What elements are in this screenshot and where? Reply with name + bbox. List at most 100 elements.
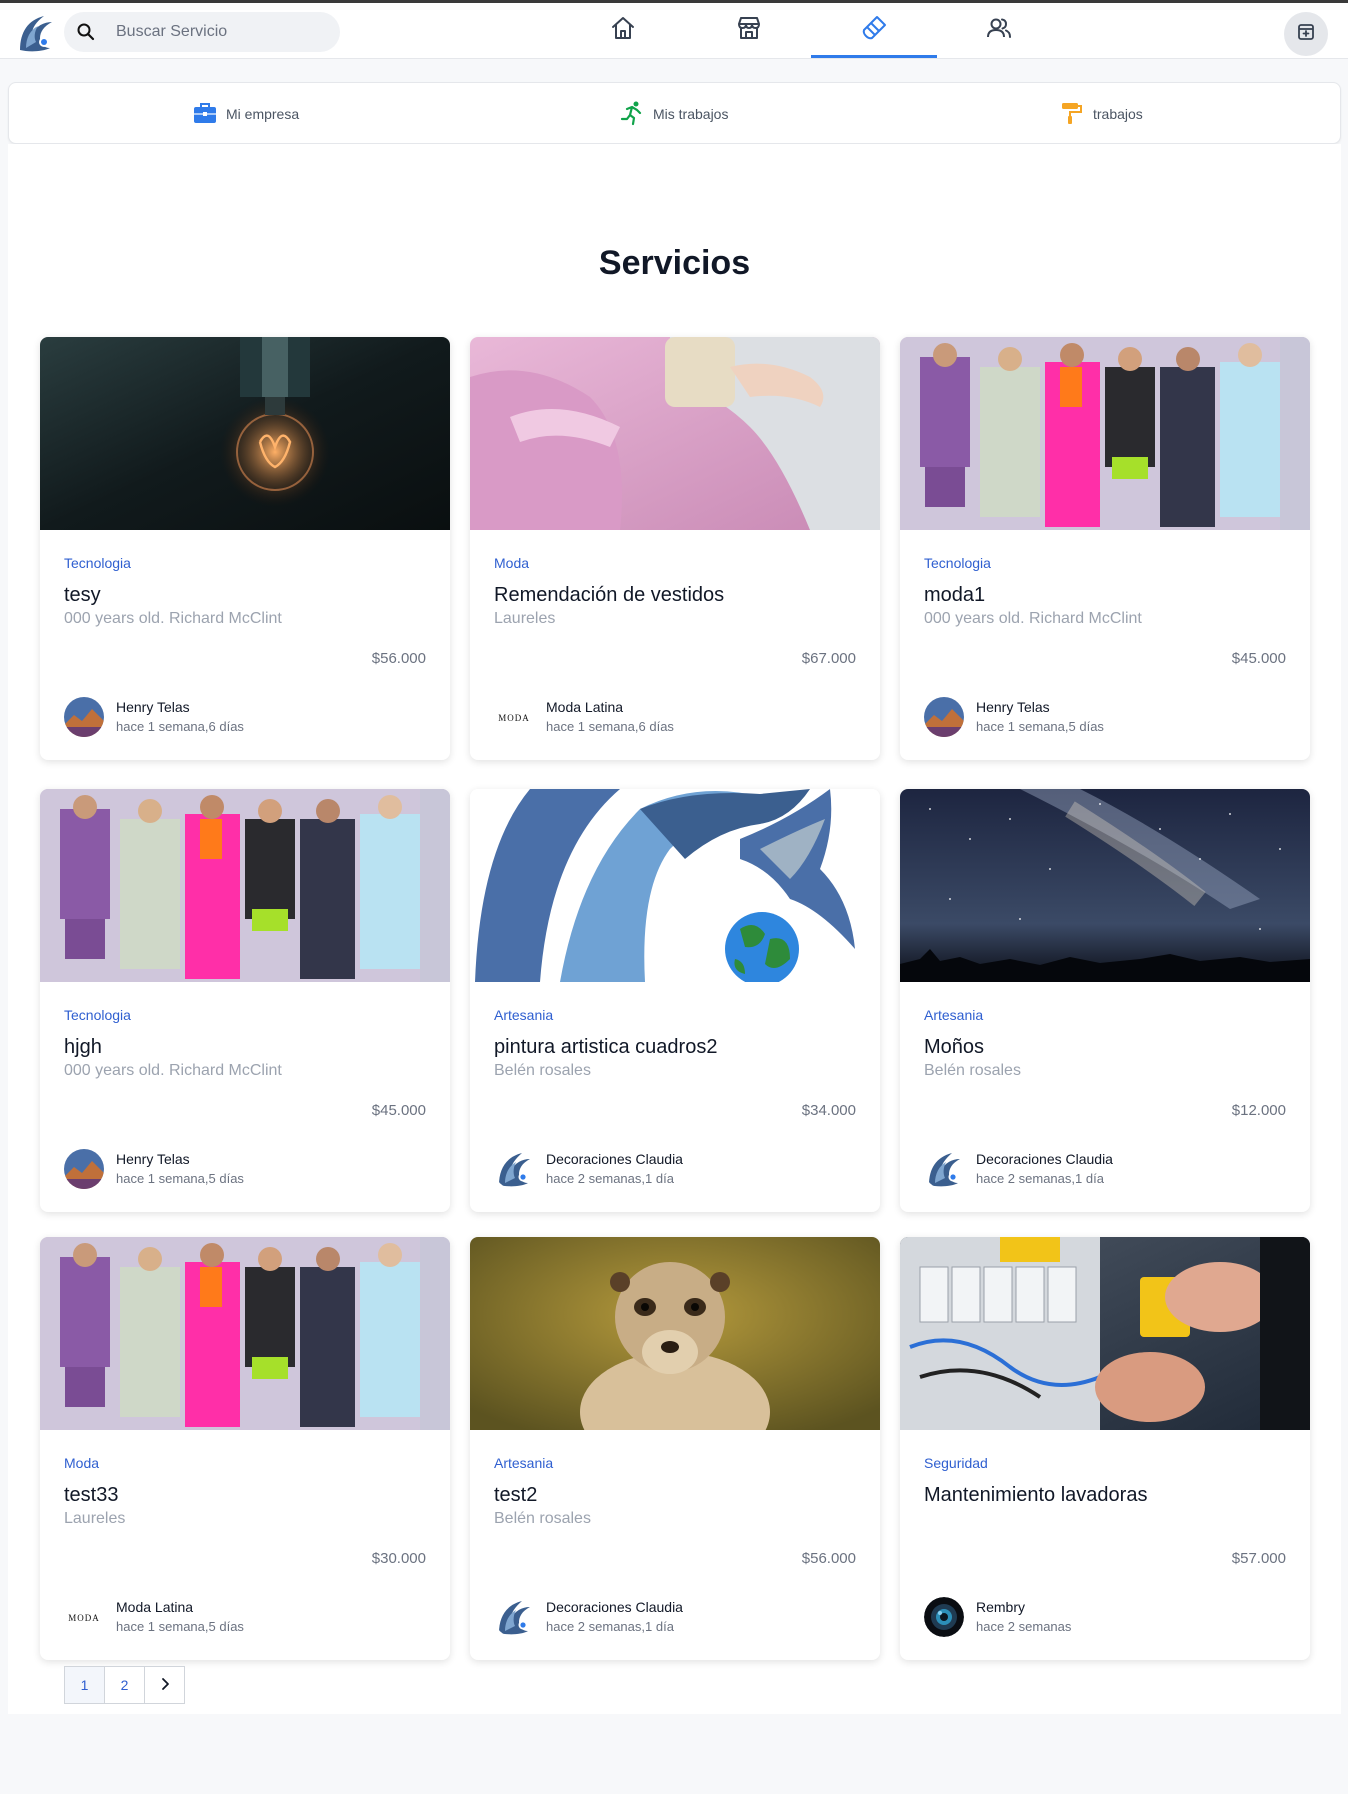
service-author[interactable]: Rembry hace 2 semanas — [924, 1595, 1294, 1639]
service-price: $45.000 — [1231, 650, 1286, 667]
light-bulb-photo[interactable] — [40, 337, 450, 530]
nav-tab-users[interactable] — [936, 3, 1062, 58]
service-card[interactable]: Tecnologia tesy 000 years old. Richard M… — [40, 337, 450, 760]
service-location: Belén rosales — [924, 1062, 1021, 1079]
service-card[interactable]: Seguridad Mantenimiento lavadoras $57.00… — [900, 1237, 1310, 1660]
service-price: $30.000 — [371, 1550, 426, 1567]
service-location: Belén rosales — [494, 1062, 591, 1079]
service-author[interactable]: Decoraciones Claudia hace 2 semanas,1 dí… — [494, 1147, 864, 1191]
author-name: Rembry — [976, 1599, 1026, 1615]
nav-tab-services[interactable] — [811, 3, 937, 58]
service-category: Artesania — [494, 1007, 554, 1023]
service-card[interactable]: Tecnologia hjgh 000 years old. Richard M… — [40, 789, 450, 1212]
service-price: $45.000 — [371, 1102, 426, 1119]
moda-logo: MODA — [64, 1597, 104, 1637]
post-time: hace 2 semanas,1 día — [976, 1171, 1104, 1186]
page-button-2[interactable]: 2 — [104, 1666, 145, 1704]
subnav-mis-trabajos[interactable]: Mis trabajos — [619, 101, 728, 127]
service-author[interactable]: MODA Moda Latina hace 1 semana,5 días — [64, 1595, 434, 1639]
author-name: Decoraciones Claudia — [976, 1151, 1113, 1167]
paint-roller-icon — [1059, 100, 1085, 129]
search-icon — [76, 22, 96, 42]
post-time: hace 2 semanas,1 día — [546, 1619, 674, 1634]
section-subnav: Mi empresa Mis trabajos trabajos — [8, 82, 1341, 144]
moda-logo: MODA — [494, 697, 534, 737]
service-location: Belén rosales — [494, 1510, 591, 1527]
dragon-globe-logo[interactable] — [470, 789, 880, 982]
search-box — [64, 12, 340, 52]
fashion-runway-photo[interactable] — [40, 1237, 450, 1430]
fashion-runway-photo[interactable] — [900, 337, 1310, 530]
service-price: $67.000 — [801, 650, 856, 667]
service-card[interactable]: Artesania pintura artistica cuadros2 Bel… — [470, 789, 880, 1212]
meerkat-photo[interactable] — [470, 1237, 880, 1430]
service-category: Tecnologia — [64, 1007, 131, 1023]
service-card[interactable]: Tecnologia moda1 000 years old. Richard … — [900, 337, 1310, 760]
service-location: 000 years old. Richard McClint — [64, 1062, 282, 1079]
author-name: Decoraciones Claudia — [546, 1151, 683, 1167]
service-price: $56.000 — [801, 1550, 856, 1567]
service-name[interactable]: Remendación de vestidos — [494, 584, 724, 607]
author-name: Henry Telas — [116, 699, 190, 715]
service-price: $34.000 — [801, 1102, 856, 1119]
service-card[interactable]: Moda Remendación de vestidos Laureles $6… — [470, 337, 880, 760]
service-category: Artesania — [924, 1007, 984, 1023]
dragon-logo-icon[interactable] — [14, 12, 56, 54]
service-location: 000 years old. Richard McClint — [64, 610, 282, 627]
service-card[interactable]: Artesania test2 Belén rosales $56.000 De… — [470, 1237, 880, 1660]
service-name[interactable]: test33 — [64, 1484, 118, 1507]
service-category: Moda — [64, 1455, 100, 1471]
camera-lens-avatar — [924, 1597, 964, 1637]
chevron-right-icon — [157, 1676, 173, 1695]
subnav-trabajos[interactable]: trabajos — [1059, 101, 1143, 127]
search-input[interactable] — [116, 12, 326, 52]
service-name[interactable]: Mantenimiento lavadoras — [924, 1484, 1147, 1507]
post-time: hace 1 semana,5 días — [116, 1171, 244, 1186]
service-category: Artesania — [494, 1455, 554, 1471]
service-author[interactable]: Henry Telas hace 1 semana,5 días — [64, 1147, 434, 1191]
nav-tab-home[interactable] — [560, 3, 686, 58]
author-name: Henry Telas — [976, 699, 1050, 715]
svg-text:MODA: MODA — [498, 713, 530, 723]
service-name[interactable]: Moños — [924, 1036, 984, 1059]
page-button-1[interactable]: 1 — [64, 1666, 105, 1704]
service-name[interactable]: tesy — [64, 584, 101, 607]
service-category: Tecnologia — [64, 555, 131, 571]
service-card[interactable]: Artesania Moños Belén rosales $12.000 De… — [900, 789, 1310, 1212]
post-time: hace 1 semana,6 días — [116, 719, 244, 734]
store-icon — [734, 13, 764, 48]
service-author[interactable]: Decoraciones Claudia hace 2 semanas,1 dí… — [494, 1595, 864, 1639]
night-sky-photo[interactable] — [900, 789, 1310, 982]
service-author[interactable]: Henry Telas hace 1 semana,6 días — [64, 695, 434, 739]
service-author[interactable]: Henry Telas hace 1 semana,5 días — [924, 695, 1294, 739]
archive-icon — [1296, 22, 1316, 47]
service-location: 000 years old. Richard McClint — [924, 610, 1142, 627]
users-icon — [984, 13, 1014, 48]
archive-button[interactable] — [1284, 12, 1328, 56]
pink-dress-photo[interactable] — [470, 337, 880, 530]
service-category: Moda — [494, 555, 530, 571]
service-location: Laureles — [64, 1510, 126, 1527]
landscape-avatar — [64, 1149, 104, 1189]
briefcase-icon — [192, 100, 218, 129]
service-card[interactable]: Moda test33 Laureles $30.000 MODA Moda L… — [40, 1237, 450, 1660]
service-name[interactable]: pintura artistica cuadros2 — [494, 1036, 717, 1059]
service-name[interactable]: moda1 — [924, 584, 985, 607]
service-author[interactable]: Decoraciones Claudia hace 2 semanas,1 dí… — [924, 1147, 1294, 1191]
electrical-panel-photo[interactable] — [900, 1237, 1310, 1430]
running-person-icon — [619, 100, 645, 129]
nav-tab-store[interactable] — [686, 3, 812, 58]
next-page-button[interactable] — [144, 1666, 185, 1704]
service-name[interactable]: test2 — [494, 1484, 537, 1507]
service-category: Seguridad — [924, 1455, 988, 1471]
service-author[interactable]: MODA Moda Latina hace 1 semana,6 días — [494, 695, 864, 739]
subnav-label: Mis trabajos — [653, 106, 729, 122]
service-category: Tecnologia — [924, 555, 991, 571]
landscape-avatar — [924, 697, 964, 737]
fashion-runway-photo[interactable] — [40, 789, 450, 982]
dragon-logo — [494, 1149, 534, 1189]
subnav-label: Mi empresa — [226, 106, 300, 122]
subnav-label: trabajos — [1093, 106, 1143, 122]
service-name[interactable]: hjgh — [64, 1036, 102, 1059]
subnav-mi-empresa[interactable]: Mi empresa — [192, 101, 299, 127]
